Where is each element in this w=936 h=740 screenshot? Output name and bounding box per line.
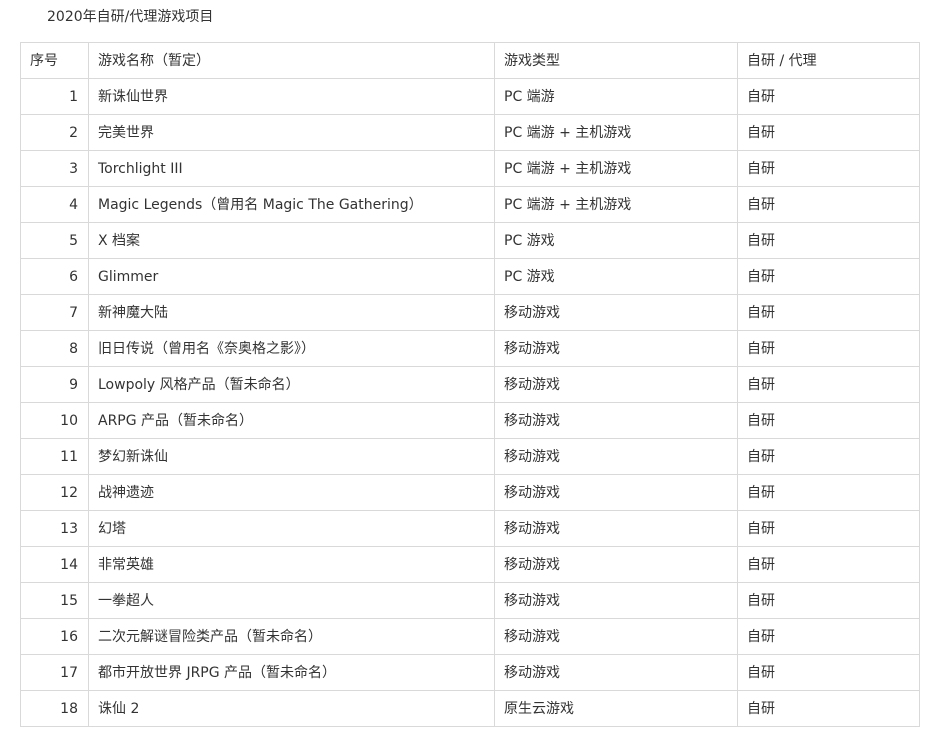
cell-index: 17 [20,654,89,691]
table-row: 13 幻塔 移动游戏 自研 [20,510,920,547]
cell-dev-mode: 自研 [737,438,920,475]
cell-index: 2 [20,114,89,151]
header-row: 序号 游戏名称（暂定） 游戏类型 自研 / 代理 [20,42,920,79]
cell-dev-mode: 自研 [737,690,920,727]
cell-index: 7 [20,294,89,331]
cell-game-type: 移动游戏 [494,654,738,691]
cell-game-name: 幻塔 [88,510,495,547]
table-row: 9 Lowpoly 风格产品（暂未命名） 移动游戏 自研 [20,366,920,403]
cell-dev-mode: 自研 [737,582,920,619]
cell-dev-mode: 自研 [737,402,920,439]
cell-index: 12 [20,474,89,511]
cell-index: 15 [20,582,89,619]
cell-dev-mode: 自研 [737,510,920,547]
cell-dev-mode: 自研 [737,330,920,367]
cell-game-type: 移动游戏 [494,294,738,331]
cell-index: 18 [20,690,89,727]
cell-game-name: 都市开放世界 JRPG 产品（暂未命名） [88,654,495,691]
cell-index: 3 [20,150,89,187]
cell-game-name: 梦幻新诛仙 [88,438,495,475]
cell-dev-mode: 自研 [737,258,920,295]
cell-dev-mode: 自研 [737,654,920,691]
table-row: 18 诛仙 2 原生云游戏 自研 [20,690,920,727]
table-row: 2 完美世界 PC 端游 + 主机游戏 自研 [20,114,920,151]
cell-game-type: 移动游戏 [494,618,738,655]
cell-game-name: 战神遗迹 [88,474,495,511]
cell-index: 8 [20,330,89,367]
cell-game-type: 移动游戏 [494,402,738,439]
cell-index: 11 [20,438,89,475]
cell-game-name: Lowpoly 风格产品（暂未命名） [88,366,495,403]
table-row: 10 ARPG 产品（暂未命名） 移动游戏 自研 [20,402,920,439]
cell-game-name: Glimmer [88,258,495,295]
table-row: 14 非常英雄 移动游戏 自研 [20,546,920,583]
cell-index: 5 [20,222,89,259]
table-body: 1 新诛仙世界 PC 端游 自研 2 完美世界 PC 端游 + 主机游戏 自研 3 Torchli… [20,78,920,727]
cell-game-name: 一拳超人 [88,582,495,619]
header-index: 序号 [20,42,89,79]
table-row: 6 Glimmer PC 游戏 自研 [20,258,920,295]
table-row: 11 梦幻新诛仙 移动游戏 自研 [20,438,920,475]
cell-index: 6 [20,258,89,295]
cell-index: 1 [20,78,89,115]
cell-game-name: Magic Legends（曾用名 Magic The Gathering） [88,186,495,223]
cell-game-name: 完美世界 [88,114,495,151]
cell-dev-mode: 自研 [737,114,920,151]
cell-game-name: 旧日传说（曾用名《奈奥格之影》） [88,330,495,367]
cell-dev-mode: 自研 [737,78,920,115]
table-caption: 2020年自研/代理游戏项目 [47,9,214,25]
cell-game-name: Torchlight III [88,150,495,187]
cell-index: 4 [20,186,89,223]
cell-game-name: 非常英雄 [88,546,495,583]
cell-game-type: 移动游戏 [494,474,738,511]
cell-index: 14 [20,546,89,583]
cell-game-type: 移动游戏 [494,366,738,403]
cell-dev-mode: 自研 [737,150,920,187]
cell-game-type: PC 游戏 [494,222,738,259]
cell-game-name: 新神魔大陆 [88,294,495,331]
cell-dev-mode: 自研 [737,546,920,583]
games-table: 序号 游戏名称（暂定） 游戏类型 自研 / 代理 1 新诛仙世界 PC 端游 自研 2 完… [20,42,920,727]
table-row: 5X 档案 PC 游戏 自研 [20,222,920,259]
cell-dev-mode: 自研 [737,366,920,403]
table-header: 序号 游戏名称（暂定） 游戏类型 自研 / 代理 [20,42,920,79]
cell-game-name: 二次元解谜冒险类产品（暂未命名） [88,618,495,655]
cell-game-type: 移动游戏 [494,438,738,475]
cell-game-type: 移动游戏 [494,510,738,547]
cell-index: 13 [20,510,89,547]
table-row: 1 新诛仙世界 PC 端游 自研 [20,78,920,115]
table-row: 4 Magic Legends（曾用名 Magic The Gathering） P… [20,186,920,223]
table-row: 16 二次元解谜冒险类产品（暂未命名） 移动游戏 自研 [20,618,920,655]
cell-game-type: PC 端游 [494,78,738,115]
table-row: 3 Torchlight III PC 端游 + 主机游戏 自研 [20,150,920,187]
cell-game-name: X 档案 [88,222,495,259]
cell-game-type: PC 端游 + 主机游戏 [494,186,738,223]
header-dev-mode: 自研 / 代理 [737,42,920,79]
cell-game-name: ARPG 产品（暂未命名） [88,402,495,439]
cell-game-type: PC 游戏 [494,258,738,295]
cell-dev-mode: 自研 [737,618,920,655]
table-row: 15 一拳超人 移动游戏 自研 [20,582,920,619]
cell-index: 10 [20,402,89,439]
table-row: 12 战神遗迹 移动游戏 自研 [20,474,920,511]
header-game-type: 游戏类型 [494,42,738,79]
cell-game-type: 移动游戏 [494,582,738,619]
cell-index: 16 [20,618,89,655]
header-game-name: 游戏名称（暂定） [88,42,495,79]
table-row: 17 都市开放世界 JRPG 产品（暂未命名） 移动游戏 自研 [20,654,920,691]
table-row: 8 旧日传说（曾用名《奈奥格之影》） 移动游戏 自研 [20,330,920,367]
cell-dev-mode: 自研 [737,222,920,259]
cell-game-type: 移动游戏 [494,330,738,367]
cell-dev-mode: 自研 [737,186,920,223]
cell-game-type: 原生云游戏 [494,690,738,727]
cell-game-type: 移动游戏 [494,546,738,583]
cell-game-name: 新诛仙世界 [88,78,495,115]
table-row: 7 新神魔大陆 移动游戏 自研 [20,294,920,331]
cell-game-type: PC 端游 + 主机游戏 [494,114,738,151]
cell-dev-mode: 自研 [737,474,920,511]
cell-index: 9 [20,366,89,403]
cell-game-name: 诛仙 2 [88,690,495,727]
cell-dev-mode: 自研 [737,294,920,331]
cell-game-type: PC 端游 + 主机游戏 [494,150,738,187]
